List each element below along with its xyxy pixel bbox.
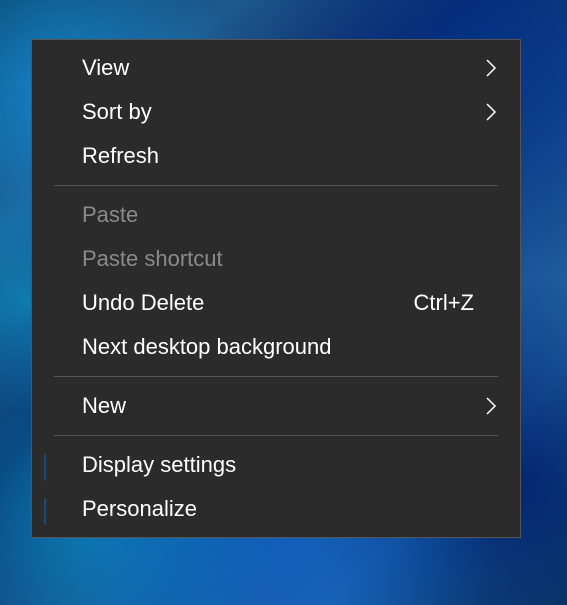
- menu-item-label: View: [80, 55, 480, 81]
- monitor-icon: [32, 455, 80, 475]
- chevron-right-icon: [480, 102, 502, 122]
- menu-separator: [54, 185, 498, 186]
- menu-item-label: Sort by: [80, 99, 480, 125]
- menu-item-next-background[interactable]: Next desktop background: [32, 325, 520, 369]
- chevron-right-icon: [480, 58, 502, 78]
- chevron-right-icon: [480, 396, 502, 416]
- menu-separator: [54, 376, 498, 377]
- desktop-wallpaper[interactable]: { "contextMenu": { "items": { "view": { …: [0, 0, 567, 605]
- menu-item-shortcut: Ctrl+Z: [414, 290, 481, 316]
- menu-item-label: Display settings: [80, 452, 480, 478]
- menu-item-label: Personalize: [80, 496, 480, 522]
- menu-item-label: New: [80, 393, 480, 419]
- menu-item-refresh[interactable]: Refresh: [32, 134, 520, 178]
- menu-item-label: Paste: [80, 202, 480, 228]
- menu-item-paste-shortcut: Paste shortcut: [32, 237, 520, 281]
- menu-item-sort-by[interactable]: Sort by: [32, 90, 520, 134]
- menu-item-display-settings[interactable]: Display settings: [32, 443, 520, 487]
- menu-separator: [54, 435, 498, 436]
- menu-item-personalize[interactable]: Personalize: [32, 487, 520, 531]
- personalize-icon: [32, 499, 80, 519]
- menu-item-paste: Paste: [32, 193, 520, 237]
- menu-item-label: Refresh: [80, 143, 480, 169]
- menu-item-view[interactable]: View: [32, 46, 520, 90]
- desktop-context-menu: View Sort by Refresh Paste Paste shortcu…: [31, 39, 521, 538]
- menu-item-undo-delete[interactable]: Undo Delete Ctrl+Z: [32, 281, 520, 325]
- menu-item-new[interactable]: New: [32, 384, 520, 428]
- menu-item-label: Paste shortcut: [80, 246, 480, 272]
- menu-item-label: Next desktop background: [80, 334, 480, 360]
- menu-item-label: Undo Delete: [80, 290, 414, 316]
